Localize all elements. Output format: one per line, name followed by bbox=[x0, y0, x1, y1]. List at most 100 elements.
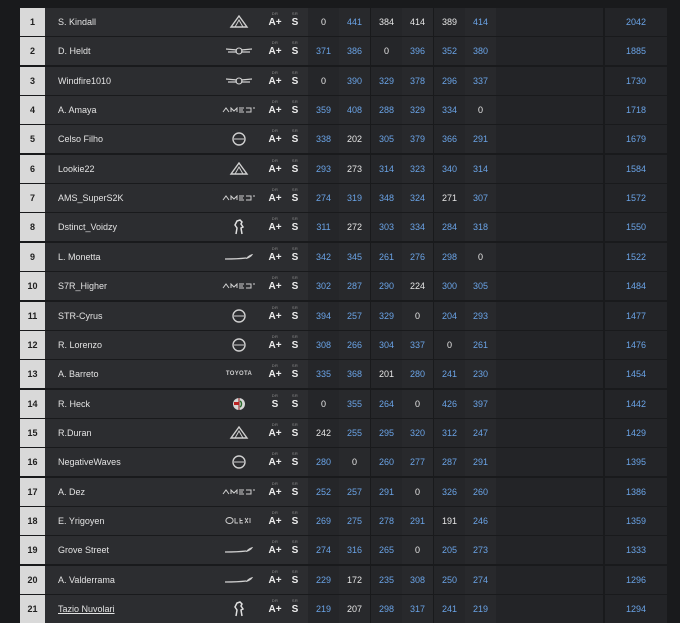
empty-rounds bbox=[496, 595, 603, 623]
empty-rounds bbox=[496, 389, 603, 418]
driver-name: Windfire1010 bbox=[58, 75, 112, 86]
round-1-score: 302 bbox=[308, 272, 339, 301]
genesis-logo-icon bbox=[217, 42, 261, 60]
table-row[interactable]: 13 A. Barreto TOYOTA DR A+ SR S 335 368 201 280 241… bbox=[20, 360, 667, 389]
empty-rounds bbox=[496, 154, 603, 183]
table-row[interactable]: 9 L. Monetta DR A+ SR S 342 345 261 276 298 0 1522 bbox=[20, 242, 667, 271]
round-3-score: 304 bbox=[371, 330, 402, 359]
round-6-score: 273 bbox=[465, 536, 496, 565]
driver-name: Lookie22 bbox=[58, 163, 95, 174]
driver-name[interactable]: Tazio Nuvolari bbox=[58, 595, 115, 623]
safety-rating: SR S bbox=[288, 569, 302, 587]
safety-rating: SR S bbox=[288, 246, 302, 264]
driver-cell: STR-Cyrus DR A+ SR S bbox=[45, 301, 308, 330]
round-2-score: 386 bbox=[339, 37, 370, 66]
safety-rating: SR S bbox=[288, 598, 302, 616]
safety-rating: SR S bbox=[288, 275, 302, 293]
table-row[interactable]: 2 D. Heldt DR A+ SR S 371 386 0 396 352 380 1885 bbox=[20, 37, 667, 66]
round-4-score: 323 bbox=[402, 154, 433, 183]
safety-rating: SR S bbox=[288, 305, 302, 323]
round-4-score: 329 bbox=[402, 96, 433, 125]
safety-rating-value: S bbox=[291, 339, 299, 351]
round-5-score: 204 bbox=[434, 301, 465, 330]
driver-rating-value: A+ bbox=[268, 427, 282, 439]
table-row[interactable]: 12 R. Lorenzo DR A+ SR S 308 266 304 337 0 261 1476 bbox=[20, 330, 667, 359]
driver-cell: R. Heck DR S SR S bbox=[45, 389, 308, 418]
total-points: 1294 bbox=[605, 595, 667, 623]
driver-rating: DR A+ bbox=[268, 246, 282, 264]
safety-rating-value: S bbox=[291, 574, 299, 586]
round-1-score: 274 bbox=[308, 184, 339, 213]
round-6-score: 219 bbox=[465, 595, 496, 623]
round-5-score: 284 bbox=[434, 213, 465, 242]
table-row[interactable]: 19 Grove Street DR A+ SR S 274 316 265 0 205 273 133… bbox=[20, 536, 667, 565]
table-row[interactable]: 14 R. Heck DR S SR S 0 355 264 0 426 397 1442 bbox=[20, 389, 667, 418]
round-6-score: 380 bbox=[465, 37, 496, 66]
round-2-score: 368 bbox=[339, 360, 370, 389]
round-6-score: 314 bbox=[465, 154, 496, 183]
driver-cell: Dstinct_Voidzy DR A+ SR S bbox=[45, 213, 308, 242]
driver-cell: E. Yrigoyen DR A+ SR S bbox=[45, 506, 308, 535]
table-row[interactable]: 11 STR-Cyrus DR A+ SR S 394 257 329 0 204 293 1477 bbox=[20, 301, 667, 330]
round-5-score: 191 bbox=[434, 506, 465, 535]
position-badge: 21 bbox=[20, 595, 45, 623]
driver-rating: DR A+ bbox=[268, 363, 282, 381]
total-points: 1477 bbox=[605, 301, 667, 330]
driver-name: R. Heck bbox=[58, 398, 91, 409]
round-2-score: 408 bbox=[339, 96, 370, 125]
table-row[interactable]: 21 Tazio Nuvolari DR A+ SR S 219 207 298 317 241 21… bbox=[20, 595, 667, 623]
driver-rating: DR A+ bbox=[268, 569, 282, 587]
table-row[interactable]: 1 S. Kindall DR A+ SR S 0 441 384 414 389 414 2042 bbox=[20, 8, 667, 36]
table-row[interactable]: 18 E. Yrigoyen DR A+ SR S 269 275 278 291 191 246 13… bbox=[20, 506, 667, 535]
round-3-score: 303 bbox=[371, 213, 402, 242]
position-badge: 19 bbox=[20, 536, 45, 565]
round-1-score: 308 bbox=[308, 330, 339, 359]
toyota-logo-icon: TOYOTA bbox=[217, 365, 261, 383]
round-4-score: 280 bbox=[402, 360, 433, 389]
table-row[interactable]: 8 Dstinct_Voidzy DR A+ SR S 311 272 303 334 284 318… bbox=[20, 213, 667, 242]
round-5-score: 241 bbox=[434, 595, 465, 623]
safety-rating: SR S bbox=[288, 363, 302, 381]
driver-rating-value: S bbox=[271, 398, 279, 410]
table-row[interactable]: 6 Lookie22 DR A+ SR S 293 273 314 323 340 314 1584 bbox=[20, 154, 667, 183]
safety-rating: SR S bbox=[288, 451, 302, 469]
round-2-score: 272 bbox=[339, 213, 370, 242]
safety-rating: SR S bbox=[288, 510, 302, 528]
round-1-score: 252 bbox=[308, 477, 339, 506]
table-row[interactable]: 10 S7R_Higher DR A+ SR S 302 287 290 224 300 305 148… bbox=[20, 272, 667, 301]
total-points: 1442 bbox=[605, 389, 667, 418]
table-row[interactable]: 16 NegativeWaves DR A+ SR S 280 0 260 277 287 291 13… bbox=[20, 448, 667, 477]
safety-rating-value: S bbox=[291, 46, 299, 58]
table-row[interactable]: 5 Celso Filho DR A+ SR S 338 202 305 379 366 291 167… bbox=[20, 125, 667, 154]
table-row[interactable]: 7 AMS_SuperS2K DR A+ SR S 274 319 348 324 271 307 15… bbox=[20, 184, 667, 213]
table-row[interactable]: 20 A. Valderrama DR A+ SR S 229 172 235 308 250 274… bbox=[20, 565, 667, 594]
safety-rating-value: S bbox=[291, 222, 299, 234]
round-3-score: 314 bbox=[371, 154, 402, 183]
round-2-score: 355 bbox=[339, 389, 370, 418]
round-1-score: 280 bbox=[308, 448, 339, 477]
ring-logo-icon bbox=[217, 453, 261, 471]
driver-name: D. Heldt bbox=[58, 46, 91, 57]
table-row[interactable]: 15 R.Duran DR A+ SR S 242 255 295 320 312 247 1429 bbox=[20, 418, 667, 447]
round-6-score: 291 bbox=[465, 448, 496, 477]
round-2-score: 319 bbox=[339, 184, 370, 213]
driver-rating: DR A+ bbox=[268, 99, 282, 117]
empty-rounds bbox=[496, 565, 603, 594]
alfa-logo-icon bbox=[217, 395, 261, 413]
safety-rating-value: S bbox=[291, 251, 299, 263]
safety-rating-value: S bbox=[291, 604, 299, 615]
total-points: 1386 bbox=[605, 477, 667, 506]
safety-rating: SR S bbox=[288, 158, 302, 176]
round-4-score: 396 bbox=[402, 37, 433, 66]
table-row[interactable]: 3 Windfire1010 DR A+ SR S 0 390 329 378 296 337 1730 bbox=[20, 66, 667, 95]
table-row[interactable]: 4 A. Amaya DR A+ SR S 359 408 288 329 334 0 1718 bbox=[20, 96, 667, 125]
round-4-score: 308 bbox=[402, 565, 433, 594]
round-3-score: 329 bbox=[371, 301, 402, 330]
round-3-score: 0 bbox=[371, 37, 402, 66]
driver-cell: A. Amaya DR A+ SR S bbox=[45, 96, 308, 125]
driver-rating: DR A+ bbox=[268, 128, 282, 146]
table-row[interactable]: 17 A. Dez DR A+ SR S 252 257 291 0 326 260 1386 bbox=[20, 477, 667, 506]
driver-name: Grove Street bbox=[58, 545, 110, 556]
total-points: 1572 bbox=[605, 184, 667, 213]
amg-logo-icon bbox=[217, 189, 261, 207]
